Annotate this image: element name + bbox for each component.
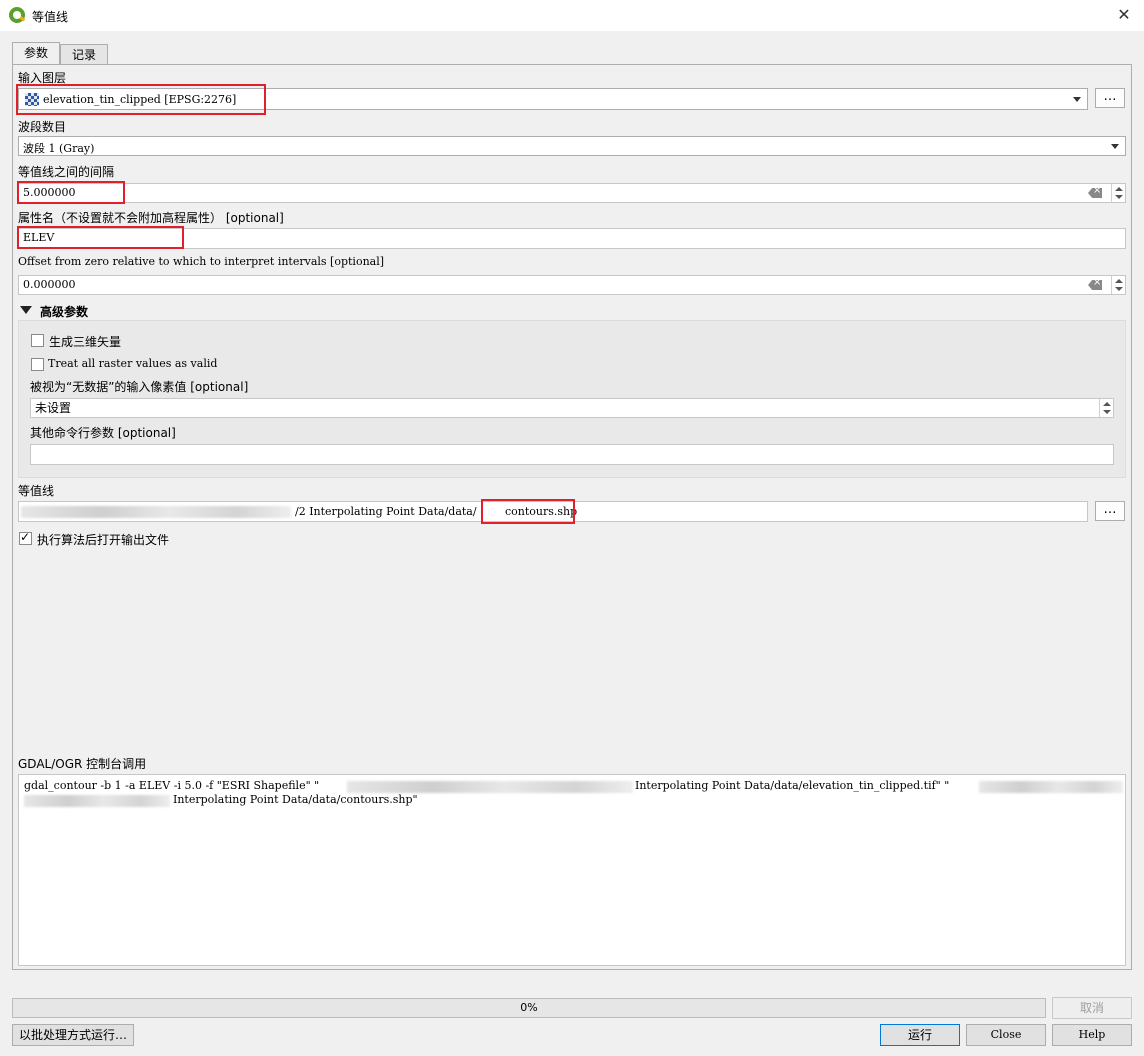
band-label: 波段数目 xyxy=(18,120,67,134)
all-valid-checkbox[interactable] xyxy=(31,358,44,371)
highlight-box-input-layer xyxy=(16,84,266,115)
highlight-box-attribute xyxy=(17,226,184,249)
tab-parameters[interactable]: 参数 xyxy=(12,42,60,64)
collapse-triangle-icon[interactable] xyxy=(20,306,32,314)
band-value: 波段 1 (Gray) xyxy=(23,142,95,155)
nodata-input[interactable]: 未设置 xyxy=(30,398,1114,418)
tab-log[interactable]: 记录 xyxy=(60,44,108,64)
output-label: 等值线 xyxy=(18,484,55,498)
advanced-section-title[interactable]: 高级参数 xyxy=(40,303,88,320)
console-textarea[interactable]: gdal_contour -b 1 -a ELEV -i 5.0 -f "ESR… xyxy=(18,774,1126,966)
offset-value: 0.000000 xyxy=(23,278,76,291)
nodata-spinner[interactable] xyxy=(1099,399,1113,417)
interval-input[interactable]: 5.000000 xyxy=(18,183,1126,203)
cancel-button[interactable]: 取消 xyxy=(1052,997,1132,1019)
redacted-path xyxy=(24,795,170,807)
chevron-down-icon xyxy=(1111,144,1119,149)
redacted-path xyxy=(979,781,1123,793)
chevron-down-icon xyxy=(1073,97,1081,102)
create-3d-checkbox[interactable] xyxy=(31,334,44,347)
open-output-checkbox[interactable] xyxy=(19,530,32,545)
input-layer-browse-button[interactable]: … xyxy=(1095,88,1125,108)
batch-process-button[interactable]: 以批处理方式运行… xyxy=(12,1024,134,1046)
console-line2-end: Interpolating Point Data/data/contours.s… xyxy=(173,793,418,806)
offset-label: Offset from zero relative to which to in… xyxy=(18,255,385,268)
open-output-label: 执行算法后打开输出文件 xyxy=(37,533,170,547)
nodata-value: 未设置 xyxy=(35,401,72,415)
console-line1-end: Interpolating Point Data/data/elevation_… xyxy=(635,779,950,792)
window-title: 等值线 xyxy=(32,10,69,24)
interval-spinner[interactable] xyxy=(1111,184,1125,202)
highlight-box-interval xyxy=(17,181,125,204)
all-valid-label: Treat all raster values as valid xyxy=(48,357,218,370)
redacted-path xyxy=(347,781,633,793)
band-combo[interactable]: 波段 1 (Gray) xyxy=(18,136,1126,156)
close-icon[interactable]: ✕ xyxy=(1112,4,1136,26)
offset-spinner[interactable] xyxy=(1111,276,1125,294)
attribute-name-input[interactable]: ELEV xyxy=(18,228,1126,249)
console-label: GDAL/OGR 控制台调用 xyxy=(18,757,147,771)
title-bar: 等值线 ✕ xyxy=(0,0,1144,31)
interval-label: 等值线之间的间隔 xyxy=(18,165,115,179)
close-button[interactable]: Close xyxy=(966,1024,1046,1046)
highlight-box-output xyxy=(481,499,575,524)
attribute-name-label: 属性名（不设置就不会附加高程属性） [optional] xyxy=(18,211,284,225)
output-path-visible: /2 Interpolating Point Data/data/ xyxy=(295,505,477,518)
help-button[interactable]: Help xyxy=(1052,1024,1132,1046)
nodata-label: 被视为“无数据”的输入像素值 [optional] xyxy=(30,380,249,394)
create-3d-label: 生成三维矢量 xyxy=(49,335,122,349)
progress-bar: 0% xyxy=(12,998,1046,1018)
qgis-logo-icon xyxy=(9,7,25,23)
extra-args-input[interactable] xyxy=(30,444,1114,465)
console-line1-start: gdal_contour -b 1 -a ELEV -i 5.0 -f "ESR… xyxy=(24,779,320,792)
progress-text: 0% xyxy=(520,1001,538,1014)
run-button[interactable]: 运行 xyxy=(880,1024,960,1046)
redacted-path xyxy=(21,506,291,518)
offset-input[interactable]: 0.000000 xyxy=(18,275,1126,295)
extra-args-label: 其他命令行参数 [optional] xyxy=(30,426,176,440)
output-browse-button[interactable]: … xyxy=(1095,501,1125,521)
